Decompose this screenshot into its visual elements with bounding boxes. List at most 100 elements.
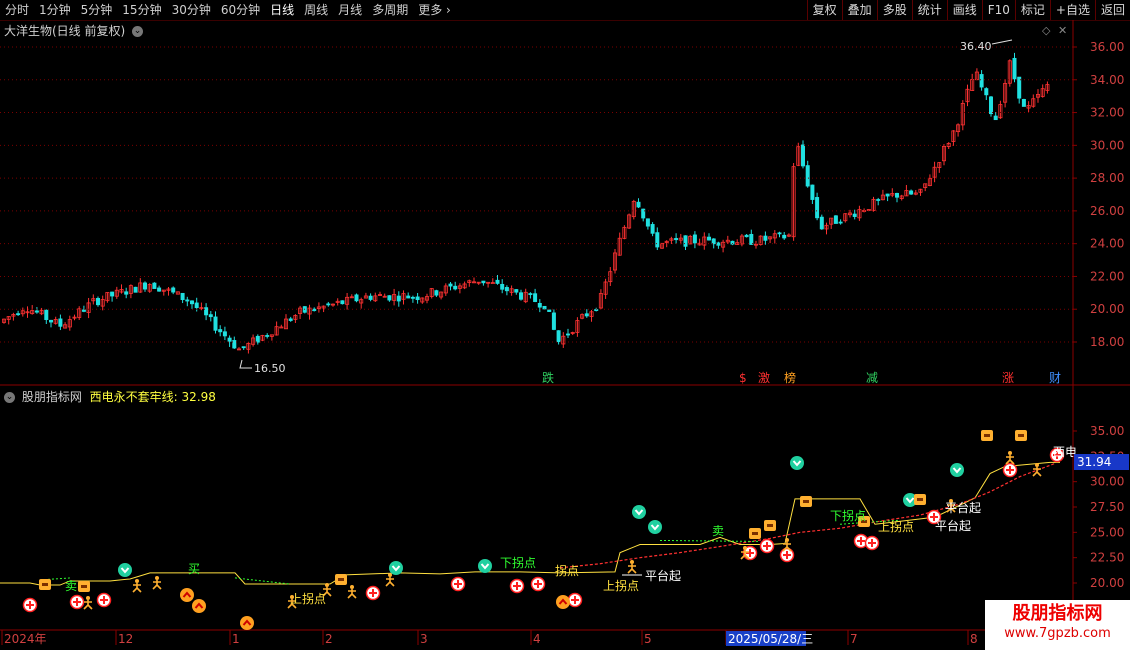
- candle-body: [1012, 57, 1017, 80]
- candle-body: [133, 286, 138, 293]
- date-label: 2: [325, 632, 333, 646]
- candle-body: [782, 234, 787, 239]
- candle-body: [415, 296, 420, 301]
- event-mark[interactable]: 减: [866, 371, 878, 385]
- event-mark[interactable]: $: [739, 371, 747, 385]
- money-bag-icon[interactable]: [800, 496, 812, 507]
- check-down-icon[interactable]: [118, 563, 132, 577]
- buy-plus-icon[interactable]: [69, 594, 85, 610]
- chart-canvas[interactable]: ◇ ✕ 36.0034.0032.0030.0028.0026.0024.0022…: [0, 0, 1130, 650]
- high-arrow: [991, 39, 1013, 45]
- candle-body: [777, 232, 782, 235]
- close-icon[interactable]: ✕: [1058, 24, 1067, 37]
- candle-body: [194, 302, 199, 309]
- candle-body: [142, 282, 147, 290]
- buy-plus-icon[interactable]: [759, 538, 775, 554]
- price-tick-label: 20.00: [1090, 302, 1124, 316]
- check-down-icon[interactable]: [790, 456, 804, 470]
- chevron-up-icon[interactable]: [240, 616, 254, 630]
- candle-body: [528, 293, 533, 295]
- check-down-icon[interactable]: [389, 561, 403, 575]
- candle-body: [533, 293, 538, 302]
- diamond-icon[interactable]: ◇: [1042, 24, 1051, 37]
- buy-plus-icon[interactable]: [365, 585, 381, 601]
- low-label: 16.50: [254, 362, 286, 375]
- buy-plus-icon[interactable]: [567, 592, 583, 608]
- candle-body: [288, 318, 293, 321]
- candle-body: [551, 312, 556, 330]
- sell-zone-line: [234, 577, 291, 585]
- check-down-icon[interactable]: [648, 520, 662, 534]
- check-down-icon[interactable]: [478, 559, 492, 573]
- candle-body: [481, 280, 486, 284]
- date-label: 2024年: [4, 632, 47, 646]
- indicator-tick-label: 30.00: [1090, 475, 1124, 489]
- signal-label: 上拐点: [878, 519, 914, 534]
- indicator-tick-label: 35.00: [1090, 424, 1124, 438]
- check-down-icon[interactable]: [950, 463, 964, 477]
- money-bag-icon[interactable]: [335, 574, 347, 585]
- candle-body: [504, 287, 509, 292]
- event-mark[interactable]: 财: [1049, 371, 1061, 385]
- money-bag-icon[interactable]: [39, 579, 51, 590]
- candle-body: [645, 218, 650, 227]
- money-bag-icon[interactable]: [1015, 430, 1027, 441]
- money-bag-icon[interactable]: [914, 494, 926, 505]
- signal-label: 平台起: [645, 568, 681, 583]
- candle-body: [852, 213, 857, 217]
- money-bag-icon[interactable]: [981, 430, 993, 441]
- event-mark[interactable]: 跌: [542, 370, 554, 385]
- buy-plus-icon[interactable]: [96, 592, 112, 608]
- candle-body: [716, 242, 721, 246]
- candle-body: [763, 235, 768, 241]
- price-tick-label: 32.00: [1090, 106, 1124, 120]
- price-tick-label: 34.00: [1090, 73, 1124, 87]
- money-bag-icon[interactable]: [749, 528, 761, 539]
- candle-body: [354, 294, 359, 302]
- price-tick-label: 24.00: [1090, 237, 1124, 251]
- runner-icon: [385, 573, 395, 587]
- candle-body: [711, 238, 716, 245]
- candle-body: [537, 302, 542, 308]
- chevron-up-icon[interactable]: [192, 599, 206, 613]
- buy-plus-icon[interactable]: [530, 576, 546, 592]
- price-tick-label: 28.00: [1090, 171, 1124, 185]
- event-mark[interactable]: 激: [758, 371, 770, 385]
- candle-body: [16, 313, 21, 316]
- low-arrow: [239, 359, 252, 369]
- indicator-plot: 上拐点平台起上拐点平台起平台起上拐点下拐点下拐点卖卖买 拐点西电: [0, 430, 1077, 630]
- indicator-tick-label: 27.50: [1090, 500, 1124, 514]
- price-tick-label: 30.00: [1090, 138, 1124, 152]
- candle-body: [815, 197, 820, 219]
- candle-body: [157, 287, 162, 292]
- buy-plus-icon[interactable]: [450, 576, 466, 592]
- candle-body: [185, 299, 190, 302]
- candle-body: [495, 279, 500, 284]
- money-bag-icon[interactable]: [78, 581, 90, 592]
- signal-label: 平台起: [935, 518, 971, 533]
- candle-body: [500, 283, 505, 290]
- money-bag-icon[interactable]: [764, 520, 776, 531]
- candle-body: [514, 289, 519, 293]
- buy-plus-icon[interactable]: [1002, 462, 1018, 478]
- buy-plus-icon[interactable]: [22, 597, 38, 613]
- runner-icon: [347, 585, 357, 599]
- price-axis: 36.00 34.00 32.00 30.00 28.00 26.00 24.00 22.00…: [0, 39, 1124, 385]
- buy-plus-icon[interactable]: [509, 578, 525, 594]
- check-down-icon[interactable]: [632, 505, 646, 519]
- date-label: 7: [850, 632, 858, 646]
- candle-body: [909, 190, 914, 195]
- date-axis: 2024年 12 1 2 3 4 5 2025/05/28/三 7 8: [1, 630, 978, 646]
- line-end-label: 西电: [1053, 445, 1077, 459]
- signal-label: 平台起: [945, 500, 981, 515]
- chart-frame: ◇ ✕: [0, 20, 1130, 650]
- candle-body: [81, 309, 86, 312]
- event-mark[interactable]: 涨: [1002, 370, 1014, 385]
- chevron-up-icon[interactable]: [556, 595, 570, 609]
- candle-body: [189, 300, 194, 305]
- buy-plus-icon[interactable]: [864, 535, 880, 551]
- chevron-up-icon[interactable]: [180, 588, 194, 602]
- indicator-tick-label: 22.50: [1090, 551, 1124, 565]
- candle-body: [655, 232, 660, 248]
- event-mark[interactable]: 榜: [784, 370, 796, 385]
